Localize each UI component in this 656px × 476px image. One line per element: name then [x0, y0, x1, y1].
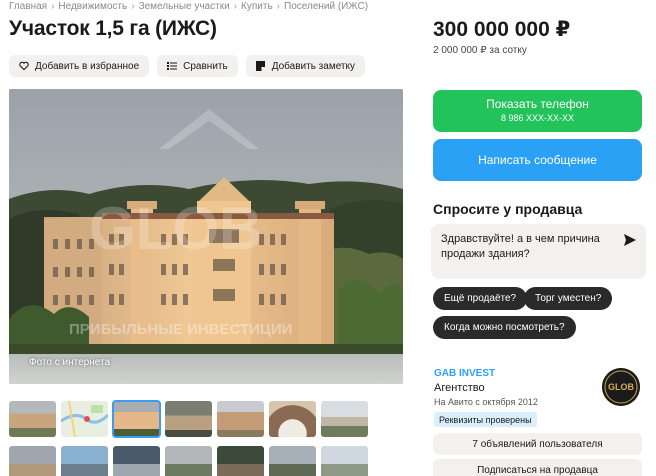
seller-avatar-text: GLOB: [608, 382, 634, 392]
quick-reply-bargain[interactable]: Торг уместен?: [524, 287, 613, 310]
main-photo[interactable]: GLOB ПРИБЫЛЬНЫЕ ИНВЕСТИЦИИ Фото с интерн…: [9, 89, 403, 384]
thumbnail[interactable]: [165, 446, 212, 476]
thumbnail[interactable]: [321, 401, 368, 437]
thumbnail[interactable]: [165, 401, 212, 437]
thumbnail[interactable]: [217, 446, 264, 476]
add-to-favorites-button[interactable]: Добавить в избранное: [9, 55, 150, 77]
add-note-button[interactable]: Добавить заметку: [245, 55, 365, 77]
add-to-favorites-label: Добавить в избранное: [35, 60, 140, 72]
svg-text:GLOB: GLOB: [89, 195, 262, 262]
thumbnail-strip-row-2: [9, 446, 368, 476]
ask-seller-input[interactable]: Здравствуйте! а в чем причина продажи зд…: [431, 224, 646, 279]
breadcrumb-settlements[interactable]: Поселений (ИЖС): [284, 1, 368, 12]
breadcrumb: Главная › Недвижимость › Земельные участки › К…: [9, 1, 368, 12]
send-icon[interactable]: [624, 233, 636, 246]
show-phone-button[interactable]: Показать телефон 8 986 XXX-XX-XX: [433, 90, 642, 132]
verified-badge: Реквизиты проверены: [434, 412, 537, 427]
seller-since: На Авито с октября 2012: [434, 397, 538, 407]
thumbnail[interactable]: [61, 446, 108, 476]
seller-type: Агентство: [434, 382, 485, 394]
seller-name[interactable]: GAB INVEST: [434, 368, 495, 379]
listing-title: Участок 1,5 га (ИЖС): [9, 17, 217, 40]
breadcrumb-buy[interactable]: Купить: [241, 1, 273, 12]
breadcrumb-separator: ›: [233, 1, 238, 12]
show-phone-label: Показать телефон: [486, 97, 589, 111]
write-message-button[interactable]: Написать сообщение: [433, 139, 642, 181]
price: 300 000 000 ₽: [433, 18, 571, 41]
breadcrumb-separator: ›: [51, 1, 55, 12]
breadcrumb-home[interactable]: Главная: [9, 1, 47, 12]
note-icon: [256, 61, 266, 71]
thumbnail[interactable]: [269, 446, 316, 476]
compare-label: Сравнить: [183, 60, 228, 72]
seller-avatar[interactable]: GLOB: [602, 368, 640, 406]
subscribe-seller-button[interactable]: Подписаться на продавца: [433, 459, 642, 476]
breadcrumb-realty[interactable]: Недвижимость: [58, 1, 127, 12]
thumbnail[interactable]: [217, 401, 264, 437]
add-note-label: Добавить заметку: [271, 60, 355, 72]
thumbnail[interactable]: [113, 446, 160, 476]
thumbnail[interactable]: [9, 446, 56, 476]
thumbnail[interactable]: [321, 446, 368, 476]
thumbnail[interactable]: [9, 401, 56, 437]
breadcrumb-separator: ›: [276, 1, 280, 12]
quick-reply-viewing[interactable]: Когда можно посмотреть?: [433, 316, 576, 339]
thumbnail-map[interactable]: [61, 401, 108, 437]
compare-button[interactable]: Сравнить: [157, 55, 238, 77]
breadcrumb-separator: ›: [131, 1, 135, 12]
photo-watermark: ПРИБЫЛЬНЫЕ ИНВЕСТИЦИИ: [69, 321, 292, 338]
heart-icon: [19, 61, 29, 71]
breadcrumb-land[interactable]: Земельные участки: [139, 1, 230, 12]
seller-listings-button[interactable]: 7 объявлений пользователя: [433, 433, 642, 455]
photo-caption: Фото с интернета: [29, 357, 111, 368]
thumbnail-selected[interactable]: [112, 400, 161, 438]
listing-actions: Добавить в избранное Сравнить Добавить з…: [9, 55, 365, 77]
building-photo: GLOB ПРИБЫЛЬНЫЕ ИНВЕСТИЦИИ: [9, 89, 403, 384]
thumbnail-strip: [9, 400, 368, 438]
compare-icon: [167, 61, 178, 71]
price-per-unit: 2 000 000 ₽ за сотку: [433, 45, 527, 56]
thumbnail[interactable]: [269, 401, 316, 437]
ask-seller-message[interactable]: Здравствуйте! а в чем причина продажи зд…: [441, 232, 611, 262]
phone-masked: 8 986 XXX-XX-XX: [500, 113, 575, 123]
ask-seller-title: Спросите у продавца: [433, 201, 583, 217]
quick-reply-still-selling[interactable]: Ещё продаёте?: [433, 287, 528, 310]
